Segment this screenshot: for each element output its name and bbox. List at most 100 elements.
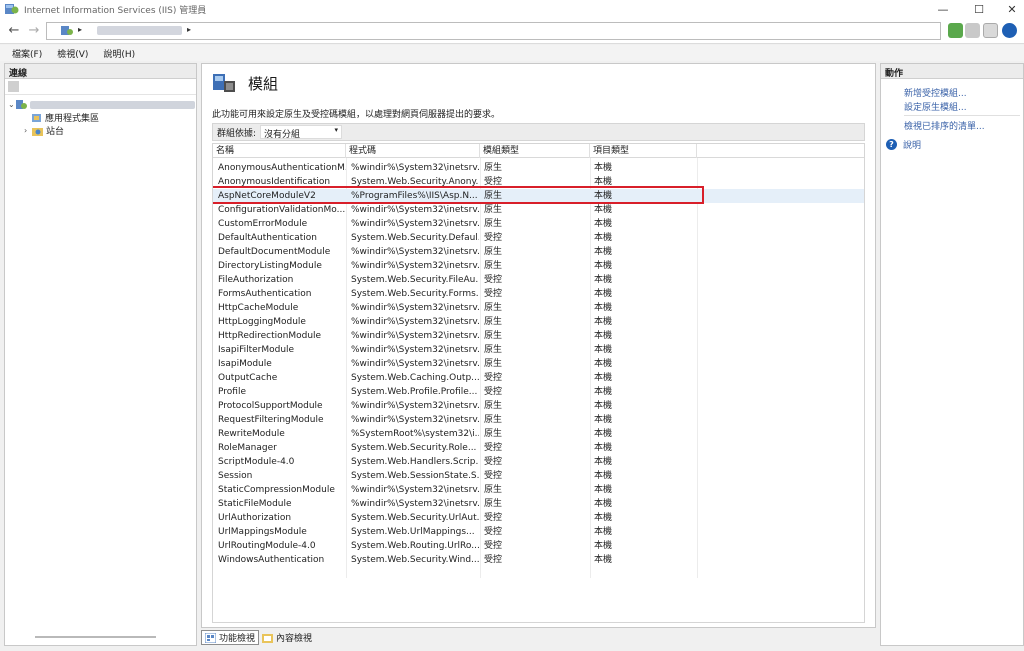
cell-name: Session (218, 471, 253, 481)
forward-arrow-icon[interactable]: → (26, 23, 42, 39)
table-row[interactable]: ConfigurationValidationMo... %windir%\Sys… (213, 203, 864, 217)
table-row[interactable]: StaticCompressionModule %windir%\System32… (213, 483, 864, 497)
connections-header: 連線 (5, 64, 196, 79)
cell-entry-type: 本機 (594, 345, 613, 355)
tree-item-sites[interactable]: › 站台 (24, 124, 64, 137)
tree-label-sites: 站台 (46, 127, 65, 137)
cell-name: ScriptModule-4.0 (218, 457, 295, 467)
cell-entry-type: 本機 (594, 555, 613, 565)
refresh-icon[interactable] (948, 23, 963, 38)
action-help[interactable]: ? 說明 (886, 138, 921, 151)
tab-content-view[interactable]: 內容檢視 (259, 630, 315, 645)
cell-entry-type: 本機 (594, 359, 613, 369)
table-row[interactable]: IsapiFilterModule %windir%\System32\inets… (213, 343, 864, 357)
minimize-button[interactable]: — (925, 0, 961, 18)
home-icon[interactable] (983, 23, 998, 38)
menu-help[interactable]: 說明(H) (103, 47, 135, 60)
table-row[interactable]: HttpCacheModule %windir%\System32\inetsrv… (213, 301, 864, 315)
cell-code: %windir%\System32\inetsrv... (351, 205, 479, 215)
address-path[interactable]: ▸ ▸ (46, 22, 941, 40)
horizontal-scrollbar[interactable] (35, 636, 156, 638)
cell-module-type: 原生 (484, 401, 503, 411)
tab-features-view[interactable]: 功能檢視 (201, 630, 260, 645)
cell-module-type: 原生 (484, 429, 503, 439)
action-add-managed-module[interactable]: 新增受控模組... (904, 86, 967, 99)
menu-file[interactable]: 檔案(F) (12, 47, 42, 60)
tree-item-server[interactable]: ⌄ (8, 98, 195, 111)
cell-entry-type: 本機 (594, 485, 613, 495)
table-row[interactable]: OutputCache System.Web.Caching.Outp... 受控 本… (213, 371, 864, 385)
cell-name: RewriteModule (218, 429, 285, 439)
cell-name: OutputCache (218, 373, 278, 383)
table-row[interactable]: Session System.Web.SessionState.S... 受控 本機 (213, 469, 864, 483)
table-row[interactable]: DirectoryListingModule %windir%\System32\… (213, 259, 864, 273)
column-header-module-type[interactable]: 模組類型 (480, 144, 590, 158)
table-row[interactable]: CustomErrorModule %windir%\System32\inets… (213, 217, 864, 231)
chevron-down-icon[interactable]: ⌄ (8, 100, 16, 109)
table-row[interactable]: WindowsAuthentication System.Web.Security… (213, 553, 864, 567)
cell-code: %windir%\System32\inetsrv... (351, 219, 479, 229)
cell-code: %windir%\System32\inetsrv... (351, 359, 479, 369)
save-connection-icon[interactable] (8, 81, 19, 92)
table-header: 名稱 ^ 程式碼 模組類型 項目類型 (213, 144, 864, 158)
chevron-right-icon[interactable]: › (24, 126, 32, 135)
column-header-code[interactable]: 程式碼 (346, 144, 480, 158)
help-label: 說明 (903, 141, 922, 151)
cell-name: WindowsAuthentication (218, 555, 325, 565)
table-row[interactable]: HttpRedirectionModule %windir%\System32\i… (213, 329, 864, 343)
cell-code: %windir%\System32\inetsrv... (351, 317, 479, 327)
back-arrow-icon[interactable]: ← (6, 23, 22, 39)
table-row[interactable]: DefaultAuthentication System.Web.Security… (213, 231, 864, 245)
tab-content-label: 內容檢視 (276, 634, 313, 644)
cell-module-type: 原生 (484, 219, 503, 229)
menu-view[interactable]: 檢視(V) (57, 47, 88, 60)
stop-icon[interactable] (965, 23, 980, 38)
table-row[interactable]: ProtocolSupportModule %windir%\System32\i… (213, 399, 864, 413)
cell-entry-type: 本機 (594, 527, 613, 537)
cell-code: %windir%\System32\inetsrv... (351, 261, 479, 271)
tree-item-app-pools[interactable]: 應用程式集區 (31, 111, 99, 124)
cell-entry-type: 本機 (594, 289, 613, 299)
table-row[interactable]: UrlAuthorization System.Web.Security.UrlA… (213, 511, 864, 525)
action-view-ordered-list[interactable]: 檢視已排序的清單... (904, 119, 985, 132)
table-row[interactable]: UrlMappingsModule System.Web.UrlMappings.… (213, 525, 864, 539)
table-row[interactable]: Profile System.Web.Profile.Profile... 受控 本機 (213, 385, 864, 399)
cell-module-type: 受控 (484, 457, 503, 467)
column-header-entry-type[interactable]: 項目類型 (590, 144, 697, 158)
connections-panel: 連線 ⌄ 應用程式集區 › 站台 (4, 63, 197, 646)
table-row[interactable]: RoleManager System.Web.Security.Role... 受控… (213, 441, 864, 455)
cell-entry-type: 本機 (594, 303, 613, 313)
table-row[interactable]: RewriteModule %SystemRoot%\system32\i... 原… (213, 427, 864, 441)
table-row[interactable]: FileAuthorization System.Web.Security.Fil… (213, 273, 864, 287)
cell-entry-type: 本機 (594, 499, 613, 509)
cell-name: DefaultDocumentModule (218, 247, 331, 257)
table-row[interactable]: IsapiModule %windir%\System32\inetsrv... 原… (213, 357, 864, 371)
table-row[interactable]: FormsAuthentication System.Web.Security.F… (213, 287, 864, 301)
table-row[interactable]: HttpLoggingModule %windir%\System32\inets… (213, 315, 864, 329)
cell-entry-type: 本機 (594, 261, 613, 271)
cell-entry-type: 本機 (594, 471, 613, 481)
cell-name: RequestFilteringModule (218, 415, 324, 425)
table-row[interactable]: DefaultDocumentModule %windir%\System32\i… (213, 245, 864, 259)
cell-entry-type: 本機 (594, 443, 613, 453)
cell-module-type: 受控 (484, 471, 503, 481)
group-by-bar: 群組依據: 沒有分組 ▾ (212, 123, 865, 141)
table-row[interactable]: RequestFilteringModule %windir%\System32\… (213, 413, 864, 427)
table-row[interactable]: ScriptModule-4.0 System.Web.Handlers.Scri… (213, 455, 864, 469)
maximize-button[interactable]: ☐ (961, 0, 997, 18)
tab-features-label: 功能檢視 (219, 634, 256, 644)
cell-module-type: 原生 (484, 359, 503, 369)
table-row[interactable]: UrlRoutingModule-4.0 System.Web.Routing.U… (213, 539, 864, 553)
cell-code: System.Web.Profile.Profile... (351, 387, 478, 397)
cell-module-type: 受控 (484, 373, 503, 383)
help-dropdown-icon[interactable] (1002, 23, 1017, 38)
table-row[interactable]: StaticFileModule %windir%\System32\inetsr… (213, 497, 864, 511)
close-button[interactable]: ✕ (994, 0, 1024, 18)
group-by-select[interactable]: 沒有分組 ▾ (260, 125, 343, 140)
action-configure-native-modules[interactable]: 設定原生模組... (904, 100, 967, 113)
table-row[interactable]: AnonymousAuthenticationM... %windir%\Syst… (213, 161, 864, 175)
highlight-box (213, 186, 704, 204)
group-by-value: 沒有分組 (264, 130, 301, 140)
cell-name: ProtocolSupportModule (218, 401, 323, 411)
cell-name: RoleManager (218, 443, 277, 453)
